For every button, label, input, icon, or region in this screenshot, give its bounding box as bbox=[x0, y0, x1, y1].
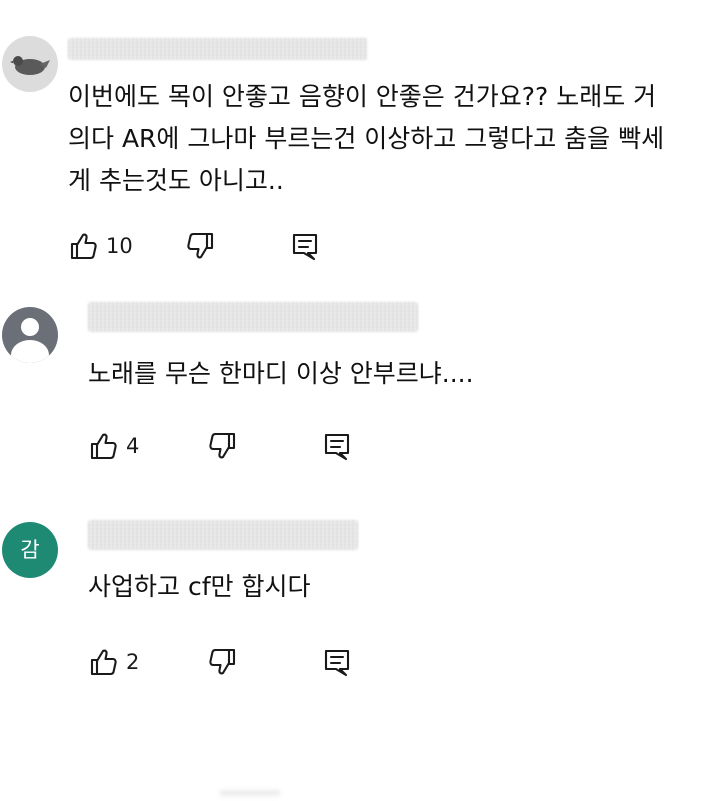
like-button[interactable]: 2 bbox=[88, 644, 139, 680]
thumbs-down-icon bbox=[209, 432, 236, 459]
comment-text: 사업하고 cf만 합시다 bbox=[88, 572, 311, 601]
commenter-avatar[interactable]: 감 bbox=[2, 522, 58, 578]
comment-actions: 10 bbox=[68, 228, 368, 264]
commenter-avatar[interactable] bbox=[2, 307, 58, 363]
reply-icon bbox=[292, 233, 318, 261]
comment-text: 이번에도 목이 안좋고 음향이 안좋은 건가요?? 노래도 거 의다 AR에 그… bbox=[68, 82, 665, 195]
avatar-letter: 감 bbox=[20, 538, 40, 562]
comment-meta-blurred bbox=[68, 38, 368, 60]
comment-meta-blurred bbox=[88, 520, 358, 550]
thumbs-down-icon bbox=[187, 232, 214, 259]
dislike-button[interactable] bbox=[208, 428, 238, 464]
dislike-button[interactable] bbox=[208, 644, 238, 680]
comment-meta-blurred bbox=[88, 302, 418, 332]
bottom-faded-content bbox=[220, 790, 280, 796]
dislike-button[interactable] bbox=[186, 228, 216, 264]
reply-button[interactable] bbox=[290, 228, 320, 264]
reply-icon bbox=[324, 433, 350, 461]
comment-actions: 2 bbox=[88, 644, 368, 680]
reply-button[interactable] bbox=[322, 428, 352, 464]
comment-text: 노래를 무슨 한마디 이상 안부르냐.... bbox=[88, 359, 474, 388]
comment-actions: 4 bbox=[88, 428, 368, 464]
like-button[interactable]: 4 bbox=[88, 428, 139, 464]
thumbs-down-icon bbox=[209, 648, 236, 675]
thumbs-up-icon bbox=[90, 433, 117, 460]
thumbs-up-icon bbox=[70, 233, 97, 260]
like-count: 4 bbox=[126, 434, 140, 458]
bird-avatar-icon bbox=[10, 56, 50, 75]
like-count: 10 bbox=[106, 234, 133, 258]
commenter-avatar[interactable] bbox=[2, 36, 58, 92]
like-count: 2 bbox=[126, 650, 140, 674]
like-button[interactable]: 10 bbox=[68, 228, 133, 264]
thumbs-up-icon bbox=[90, 649, 117, 676]
reply-icon bbox=[324, 649, 350, 677]
reply-button[interactable] bbox=[322, 644, 352, 680]
